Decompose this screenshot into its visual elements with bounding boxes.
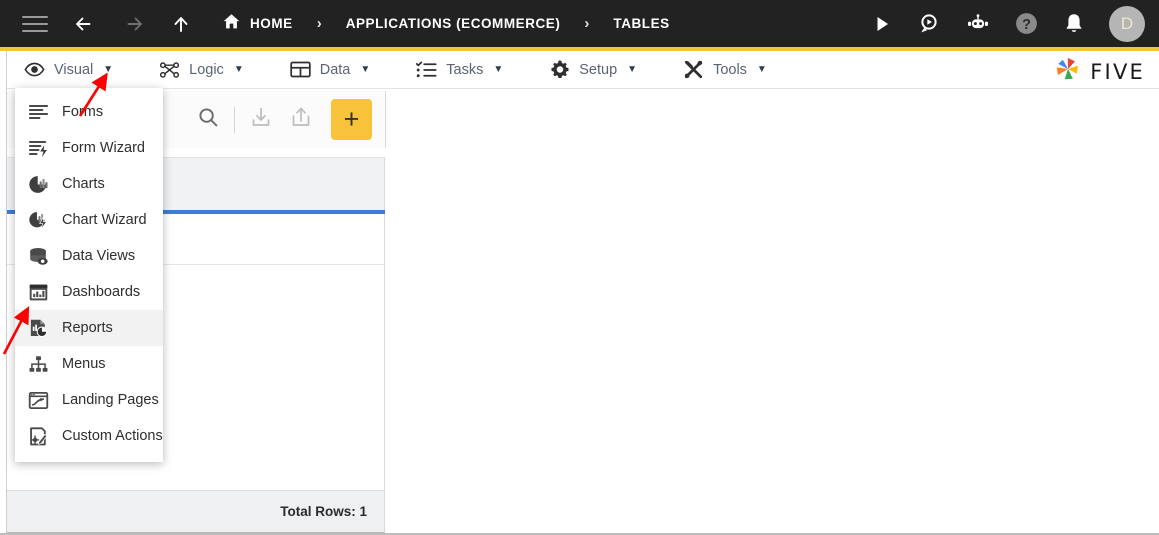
toolbar-divider <box>234 106 235 133</box>
import-download-icon <box>249 105 273 134</box>
breadcrumb-label-home: HOME <box>250 16 293 31</box>
dropdown-item-reports[interactable]: Reports <box>15 310 163 346</box>
menu-item-label-setup: Setup <box>579 61 618 78</box>
export-button[interactable] <box>281 100 321 140</box>
breadcrumb-item-applications[interactable]: APPLICATIONS (ECOMMERCE) <box>346 16 561 31</box>
dropdown-item-data-views[interactable]: Data Views <box>15 238 163 274</box>
chevron-down-icon: ▼ <box>756 64 767 75</box>
chart-wizard-bolt-icon <box>27 209 49 231</box>
chevron-down-icon: ▼ <box>233 64 244 75</box>
chevron-down-icon: ▼ <box>493 64 504 75</box>
dashboards-window-icon <box>27 281 49 303</box>
menu-item-label-visual: Visual <box>54 61 94 78</box>
dropdown-item-form-wizard[interactable]: Form Wizard <box>15 130 163 166</box>
dropdown-label-form-wizard: Form Wizard <box>62 140 145 156</box>
dropdown-item-menus[interactable]: Menus <box>15 346 163 382</box>
import-button[interactable] <box>241 100 281 140</box>
charts-pie-icon <box>27 173 49 195</box>
breadcrumb-item-tables[interactable]: TABLES <box>613 16 669 31</box>
dropdown-item-dashboards[interactable]: Dashboards <box>15 274 163 310</box>
application-window: HOME › APPLICATIONS (ECOMMERCE) › TABLES <box>0 0 1159 535</box>
visual-dropdown-menu: Forms Form Wizard Charts Chart Wizard Da… <box>15 88 163 462</box>
top-navigation-bar: HOME › APPLICATIONS (ECOMMERCE) › TABLES <box>0 0 1159 47</box>
avatar[interactable]: D <box>1109 5 1145 42</box>
dropdown-label-landing-pages: Landing Pages <box>62 392 159 408</box>
data-views-database-icon <box>27 245 49 267</box>
dropdown-label-chart-wizard: Chart Wizard <box>62 212 147 228</box>
dropdown-label-reports: Reports <box>62 320 113 336</box>
menu-item-label-data: Data <box>319 61 351 78</box>
dropdown-label-data-views: Data Views <box>62 248 136 264</box>
back-arrow-icon[interactable] <box>68 7 102 41</box>
plus-icon: + <box>343 104 360 134</box>
window-left-gutter <box>0 51 7 535</box>
hamburger-menu-icon[interactable] <box>22 15 48 33</box>
export-upload-icon <box>289 105 313 134</box>
five-pinwheel-logo-icon <box>1054 56 1082 87</box>
wrench-screwdriver-icon <box>683 59 704 80</box>
menu-item-logic[interactable]: Logic ▼ <box>149 51 254 89</box>
menu-item-visual[interactable]: Visual ▼ <box>14 51 123 89</box>
forward-arrow-icon[interactable] <box>116 7 150 41</box>
menu-item-setup[interactable]: Setup ▼ <box>539 51 647 89</box>
logic-nodes-icon <box>159 59 180 80</box>
menu-item-label-logic: Logic <box>189 61 224 78</box>
landing-pages-icon <box>27 389 49 411</box>
main-menu-bar: Visual ▼ Logic ▼ Data ▼ Tasks ▼ Setup ▼ … <box>0 51 1159 89</box>
breadcrumb-separator-2: › <box>584 15 590 32</box>
up-arrow-icon[interactable] <box>164 7 198 41</box>
chevron-down-icon: ▼ <box>360 64 371 75</box>
run-play-icon[interactable] <box>869 11 895 37</box>
dropdown-item-forms[interactable]: Forms <box>15 94 163 130</box>
search-button[interactable] <box>188 100 228 140</box>
menu-item-data[interactable]: Data ▼ <box>280 51 381 89</box>
menus-hierarchy-icon <box>27 353 49 375</box>
breadcrumb-separator-1: › <box>316 15 322 32</box>
dropdown-label-charts: Charts <box>62 176 105 192</box>
forms-lines-icon <box>27 101 49 123</box>
eye-icon <box>24 59 45 80</box>
robot-assistant-icon[interactable] <box>965 11 991 37</box>
avatar-initial: D <box>1120 13 1134 33</box>
grid-status-bar: Total Rows: 1 <box>7 490 385 533</box>
brand-name: FIVE <box>1090 59 1145 84</box>
checklist-icon <box>416 59 437 80</box>
dropdown-label-menus: Menus <box>62 356 106 372</box>
help-icon[interactable]: ? <box>1013 11 1039 37</box>
dropdown-item-charts[interactable]: Charts <box>15 166 163 202</box>
chat-search-icon[interactable] <box>917 11 943 37</box>
dropdown-label-forms: Forms <box>62 104 104 120</box>
dropdown-item-chart-wizard[interactable]: Chart Wizard <box>15 202 163 238</box>
dropdown-label-custom-actions: Custom Actions <box>62 428 163 444</box>
dropdown-label-dashboards: Dashboards <box>62 284 141 300</box>
header-action-icons: ? D <box>869 0 1145 47</box>
breadcrumb-item-home[interactable]: HOME <box>222 12 293 36</box>
custom-actions-pencil-icon <box>27 425 49 447</box>
svg-text:?: ? <box>1022 17 1031 33</box>
add-button[interactable]: + <box>331 99 372 140</box>
chevron-down-icon: ▼ <box>627 64 638 75</box>
table-grid-icon <box>290 59 311 80</box>
search-icon <box>197 106 219 133</box>
menu-item-tools[interactable]: Tools ▼ <box>673 51 777 89</box>
brand-logo: FIVE <box>1054 56 1145 87</box>
menu-item-label-tasks: Tasks <box>446 61 484 78</box>
notifications-bell-icon[interactable] <box>1061 11 1087 37</box>
chevron-down-icon: ▼ <box>103 64 114 75</box>
dropdown-item-custom-actions[interactable]: Custom Actions <box>15 418 163 454</box>
menu-item-tasks[interactable]: Tasks ▼ <box>406 51 513 89</box>
gear-icon <box>549 59 570 80</box>
dropdown-item-landing-pages[interactable]: Landing Pages <box>15 382 163 418</box>
menu-item-label-tools: Tools <box>713 61 747 78</box>
total-rows-label: Total Rows: 1 <box>280 504 367 519</box>
reports-document-pie-icon <box>27 317 49 339</box>
form-wizard-bolt-icon <box>27 137 49 159</box>
home-icon <box>222 12 241 36</box>
